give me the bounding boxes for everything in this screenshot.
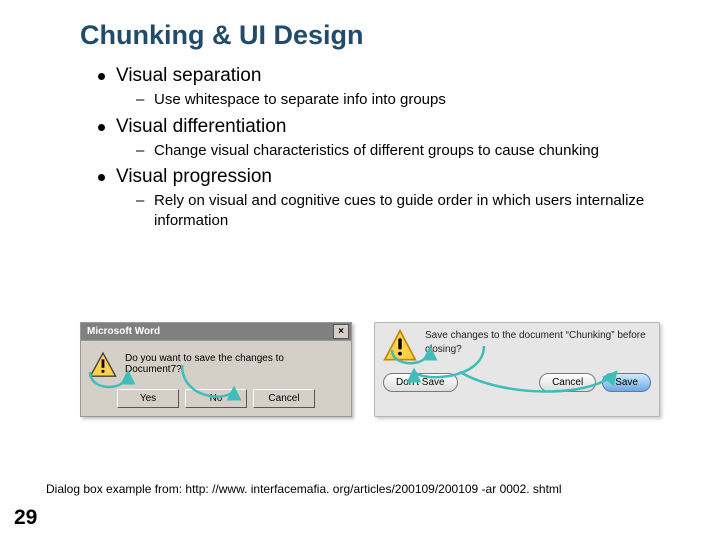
dialog-titlebar: Microsoft Word ×	[80, 322, 352, 341]
bullet-text: Visual progression	[116, 166, 272, 187]
subbullet-text: Change visual characteristics of differe…	[154, 142, 599, 159]
bullet-text: Visual differentiation	[116, 116, 286, 137]
yes-button[interactable]: Yes	[117, 389, 179, 408]
button-spacer	[464, 373, 533, 392]
dialog-message: Do you want to save the changes to Docum…	[125, 351, 343, 375]
subbullet-item: Change visual characteristics of differe…	[136, 141, 692, 161]
mac-dialog: Save changes to the document “Chunking” …	[374, 322, 660, 417]
dont-save-button[interactable]: Don't Save	[383, 373, 458, 392]
close-icon: ×	[338, 327, 344, 337]
dialog-title: Microsoft Word	[87, 326, 160, 337]
subbullet-text: Rely on visual and cognitive cues to gui…	[154, 192, 644, 229]
bullet-item: Visual differentiation Change visual cha…	[94, 116, 692, 161]
warning-icon	[383, 329, 417, 363]
dialog-message: Save changes to the document “Chunking” …	[425, 329, 651, 356]
subbullet-text: Use whitespace to separate info into gro…	[154, 91, 446, 108]
no-button[interactable]: No	[185, 389, 247, 408]
subbullet-item: Use whitespace to separate info into gro…	[136, 90, 692, 110]
cancel-button[interactable]: Cancel	[539, 373, 596, 392]
source-note: Dialog box example from: http: //www. in…	[46, 482, 562, 496]
subbullet-item: Rely on visual and cognitive cues to gui…	[136, 191, 692, 230]
bullet-list: Visual separation Use whitespace to sepa…	[94, 65, 692, 230]
slide-number: 29	[14, 506, 37, 530]
bullet-item: Visual progression Rely on visual and co…	[94, 166, 692, 230]
dialog-figures: Microsoft Word × Do you want to save the…	[80, 322, 660, 417]
bullet-text: Visual separation	[116, 65, 261, 86]
bullet-item: Visual separation Use whitespace to sepa…	[94, 65, 692, 110]
warning-icon	[89, 351, 117, 379]
close-button[interactable]: ×	[333, 324, 349, 339]
dialog-body: Do you want to save the changes to Docum…	[80, 341, 352, 417]
slide: Chunking & UI Design Visual separation U…	[0, 0, 720, 540]
save-button[interactable]: Save	[602, 373, 651, 392]
slide-title: Chunking & UI Design	[80, 20, 692, 51]
cancel-button[interactable]: Cancel	[253, 389, 315, 408]
windows-dialog: Microsoft Word × Do you want to save the…	[80, 322, 352, 417]
